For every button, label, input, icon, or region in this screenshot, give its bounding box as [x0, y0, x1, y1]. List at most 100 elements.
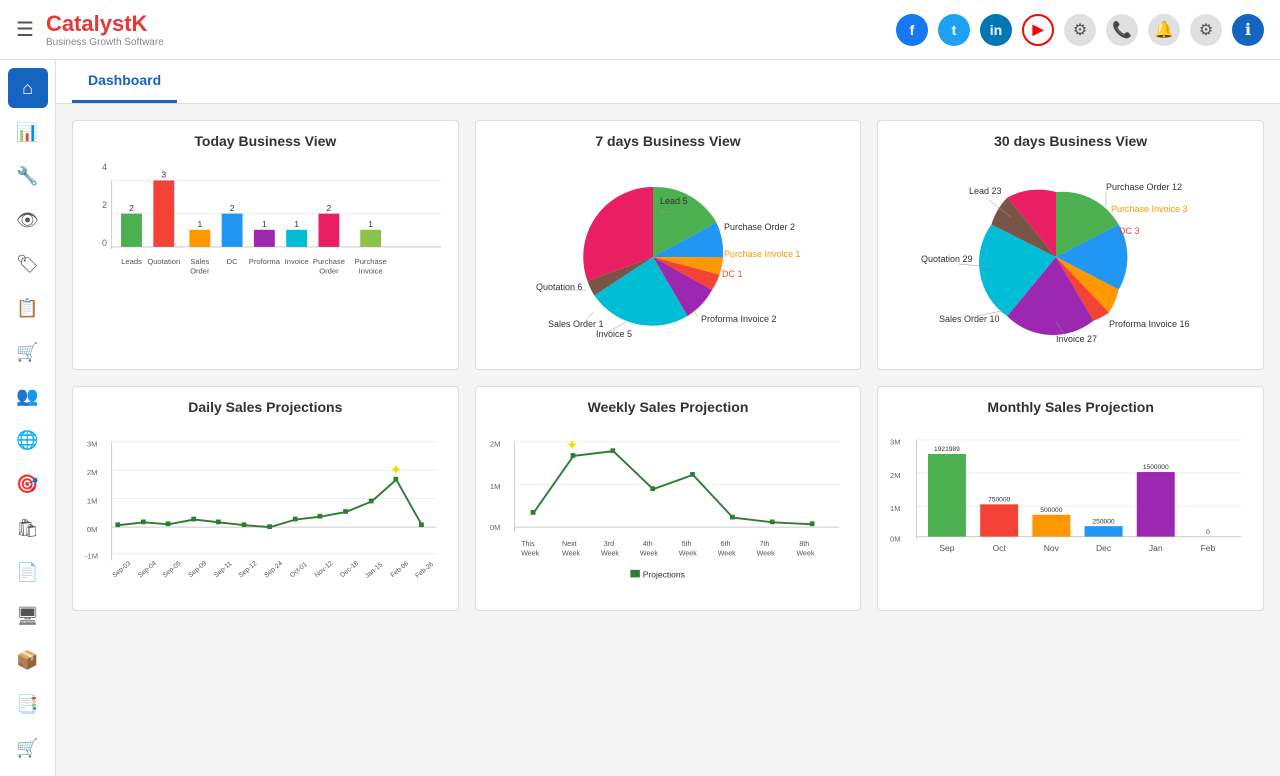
twitter-icon[interactable]: t: [938, 14, 970, 46]
svg-text:7th: 7th: [759, 540, 769, 548]
today-bar-chart: 2 Leads 3 Quotation 1 Sales Order 2: [85, 157, 446, 332]
svg-text:Proforma: Proforma: [249, 257, 281, 266]
svg-text:Invoice: Invoice: [285, 257, 309, 266]
svg-text:8th: 8th: [799, 540, 809, 548]
tab-bar: Dashboard: [56, 60, 1280, 104]
svg-text:Sep-03: Sep-03: [111, 560, 132, 579]
svg-text:0M: 0M: [87, 525, 98, 534]
svg-text:Next: Next: [562, 540, 577, 548]
sidebar-item-monitor[interactable]: 🖥: [8, 596, 48, 636]
logo-text: CatalystK: [46, 11, 147, 36]
sidebar-item-tools[interactable]: 🔧: [8, 156, 48, 196]
sidebar-item-shop[interactable]: 🛍: [8, 508, 48, 548]
hamburger-menu[interactable]: ☰: [16, 17, 34, 42]
svg-text:Week: Week: [756, 550, 774, 558]
seven-days-title: 7 days Business View: [488, 133, 849, 149]
svg-text:Lead 23: Lead 23: [969, 186, 1002, 196]
dashboard-grid: Today Business View 4 2 0: [56, 104, 1280, 627]
monthly-bar-chart: 3M 2M 1M 0M 1921989 750: [890, 423, 1251, 598]
svg-text:2M: 2M: [490, 439, 501, 448]
svg-text:1M: 1M: [87, 496, 98, 505]
settings-icon[interactable]: ⚙: [1064, 14, 1096, 46]
svg-text:Purchase Invoice 1: Purchase Invoice 1: [724, 249, 801, 259]
svg-text:Order: Order: [319, 266, 339, 275]
daily-projection-title: Daily Sales Projections: [85, 399, 446, 415]
svg-text:Week: Week: [796, 550, 814, 558]
svg-text:Purchase Order 2: Purchase Order 2: [724, 222, 795, 232]
svg-text:Week: Week: [521, 550, 539, 558]
logo: CatalystK Business Growth Software: [46, 11, 164, 48]
y-label-4: 4: [85, 162, 107, 172]
svg-text:Quotation 6: Quotation 6: [536, 282, 583, 292]
svg-text:0M: 0M: [490, 523, 501, 532]
svg-text:Sep: Sep: [940, 543, 955, 553]
svg-text:Sales: Sales: [190, 257, 209, 266]
svg-text:Sep-11: Sep-11: [213, 560, 234, 579]
sidebar: ⌂ 📊 🔧 👁 🏷 📋 🛒 👥 🌐 🎯 🛍 📄 🖥 📦 📑 🛒: [0, 60, 56, 776]
sidebar-item-users[interactable]: 👥: [8, 376, 48, 416]
svg-text:Purchase: Purchase: [313, 257, 345, 266]
svg-text:1M: 1M: [490, 482, 501, 491]
svg-text:Order: Order: [190, 266, 210, 275]
info-icon[interactable]: ℹ: [1232, 14, 1264, 46]
svg-text:3M: 3M: [87, 439, 98, 448]
youtube-icon[interactable]: ▶: [1022, 14, 1054, 46]
svg-text:2M: 2M: [87, 468, 98, 477]
svg-text:DC: DC: [227, 257, 238, 266]
svg-text:2: 2: [230, 203, 235, 213]
seven-days-card: 7 days Business View: [475, 120, 862, 370]
header-right: f t in ▶ ⚙ 📞 🔔 ⚙ ℹ: [896, 14, 1264, 46]
svg-text:Invoice 5: Invoice 5: [596, 329, 632, 339]
svg-text:Leads: Leads: [121, 257, 142, 266]
sidebar-item-document[interactable]: 📑: [8, 684, 48, 724]
svg-text:2: 2: [129, 203, 134, 213]
sidebar-item-purchase[interactable]: 🛒: [8, 728, 48, 768]
svg-text:Purchase Invoice 3: Purchase Invoice 3: [1111, 204, 1188, 214]
sidebar-item-globe[interactable]: 🌐: [8, 420, 48, 460]
svg-text:1: 1: [262, 219, 267, 229]
monthly-projection-title: Monthly Sales Projection: [890, 399, 1251, 415]
svg-text:5th: 5th: [681, 540, 691, 548]
svg-text:Invoice: Invoice: [359, 266, 383, 275]
svg-text:Jan-15: Jan-15: [364, 561, 384, 580]
thirty-days-title: 30 days Business View: [890, 133, 1251, 149]
sidebar-item-reports[interactable]: 📄: [8, 552, 48, 592]
linkedin-icon[interactable]: in: [980, 14, 1012, 46]
svg-text:750000: 750000: [988, 496, 1010, 503]
sidebar-item-target[interactable]: 🎯: [8, 464, 48, 504]
sidebar-item-home[interactable]: ⌂: [8, 68, 48, 108]
svg-text:Week: Week: [601, 550, 619, 558]
svg-text:Quotation 29: Quotation 29: [921, 254, 973, 264]
phone-icon[interactable]: 📞: [1106, 14, 1138, 46]
svg-text:1M: 1M: [890, 504, 901, 513]
svg-text:Jan: Jan: [1149, 543, 1163, 553]
sidebar-item-orders[interactable]: 📋: [8, 288, 48, 328]
svg-text:Oct-01: Oct-01: [289, 561, 309, 579]
svg-text:Week: Week: [678, 550, 696, 558]
today-chart-title: Today Business View: [85, 133, 446, 149]
weekly-line-chart: 2M 1M 0M: [488, 423, 849, 598]
svg-text:2M: 2M: [890, 471, 901, 480]
svg-text:Week: Week: [640, 550, 658, 558]
weekly-projection-title: Weekly Sales Projection: [488, 399, 849, 415]
sidebar-item-cart[interactable]: 🛒: [8, 332, 48, 372]
svg-text:✦: ✦: [390, 462, 403, 479]
tab-dashboard[interactable]: Dashboard: [72, 60, 177, 103]
seven-days-pie-chart: Lead 5 Purchase Order 2 Purchase Invoice…: [508, 162, 828, 352]
svg-text:1: 1: [197, 219, 202, 229]
svg-text:Feb: Feb: [1201, 543, 1216, 553]
config-icon[interactable]: ⚙: [1190, 14, 1222, 46]
svg-text:250000: 250000: [1093, 518, 1115, 525]
sidebar-item-tags[interactable]: 🏷: [8, 244, 48, 284]
sidebar-item-box[interactable]: 📦: [8, 640, 48, 680]
sidebar-item-dashboard[interactable]: 📊: [8, 112, 48, 152]
facebook-icon[interactable]: f: [896, 14, 928, 46]
notification-icon[interactable]: 🔔: [1148, 14, 1180, 46]
svg-text:3rd: 3rd: [603, 540, 613, 548]
svg-text:Dec-18: Dec-18: [339, 560, 360, 579]
svg-text:Week: Week: [562, 550, 580, 558]
header-left: ☰ CatalystK Business Growth Software: [16, 11, 164, 48]
svg-text:Feb-06: Feb-06: [389, 560, 410, 579]
svg-text:Dec: Dec: [1096, 543, 1112, 553]
sidebar-item-view[interactable]: 👁: [8, 200, 48, 240]
